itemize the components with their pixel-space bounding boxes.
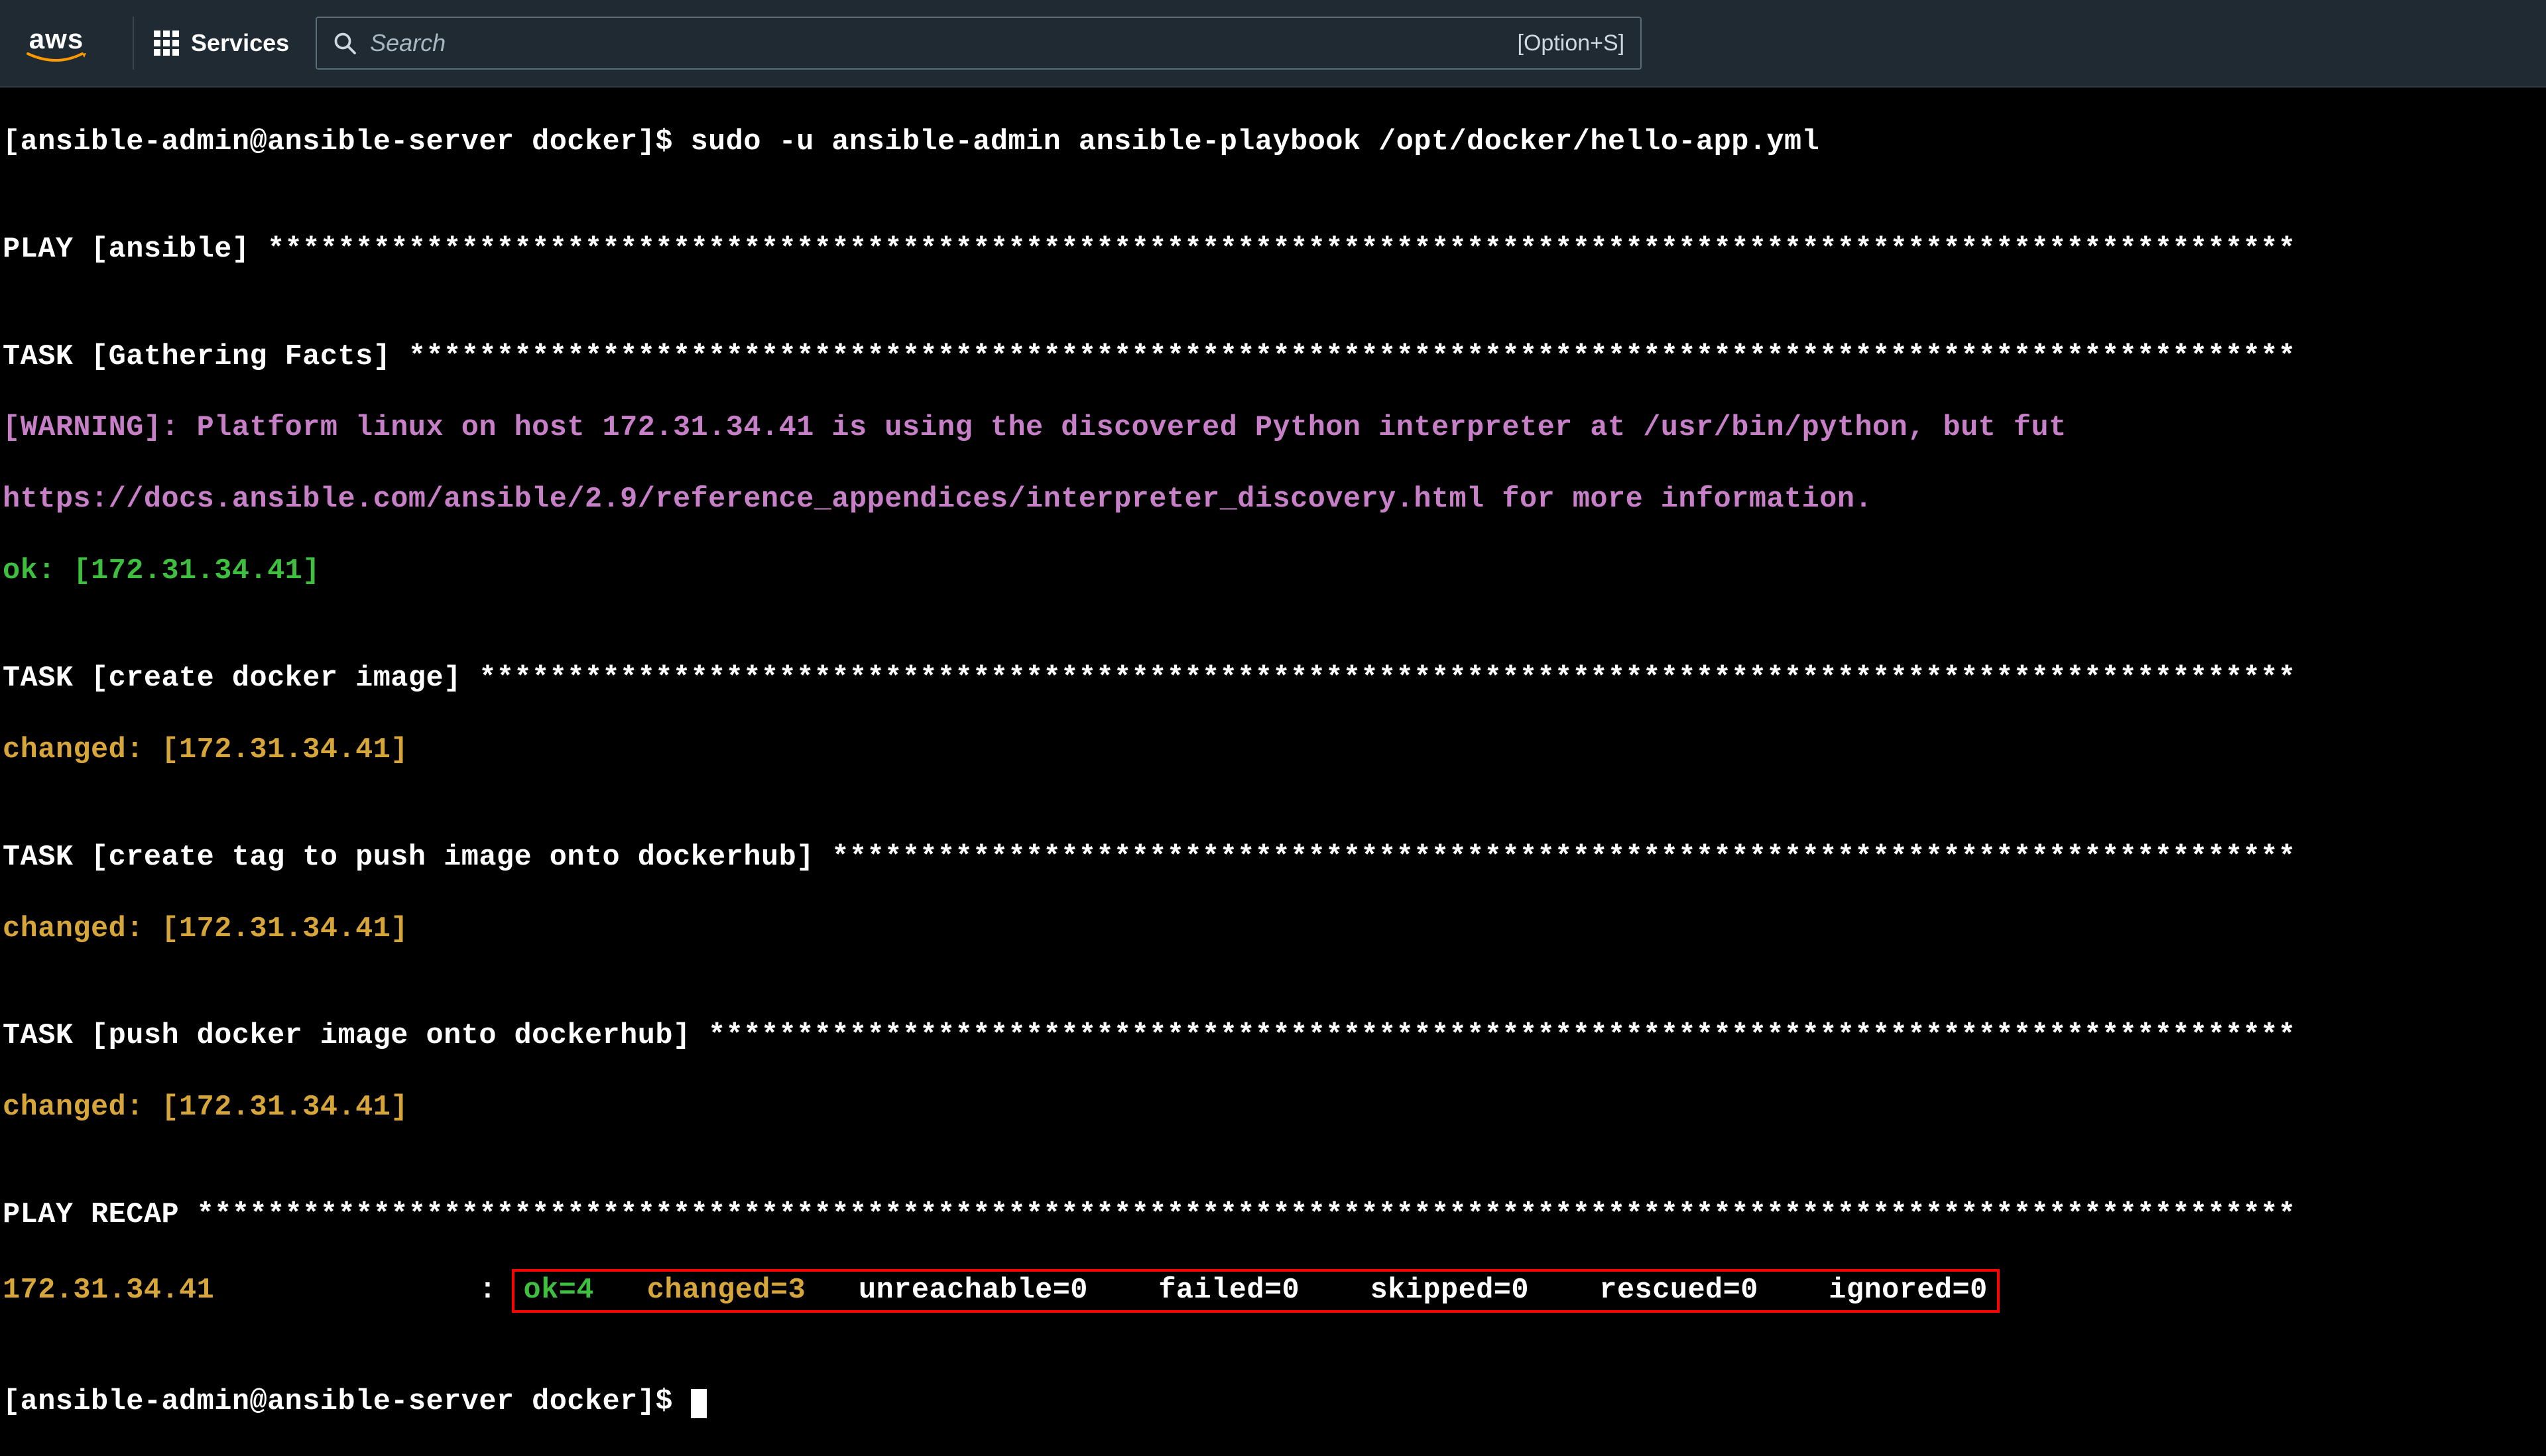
task-push-image: TASK [push docker image onto dockerhub] …	[3, 1018, 2543, 1054]
task-gathering-facts: TASK [Gathering Facts] *****************…	[3, 339, 2543, 375]
task-create-tag: TASK [create tag to push image onto dock…	[3, 840, 2543, 876]
search-box[interactable]: [Option+S]	[316, 17, 1642, 70]
recap-ok: ok=4	[524, 1274, 647, 1307]
search-icon	[333, 31, 357, 55]
recap-rest: unreachable=0 failed=0 skipped=0 rescued…	[859, 1274, 1988, 1307]
aws-smile-icon	[27, 52, 86, 63]
recap-highlight-box: ok=4 changed=3 unreachable=0 failed=0 sk…	[512, 1269, 2000, 1313]
recap-colon: :	[479, 1274, 514, 1307]
warning-line-2: https://docs.ansible.com/ansible/2.9/ref…	[3, 482, 2543, 518]
search-shortcut-hint: [Option+S]	[1518, 30, 1625, 56]
warning-line-1: [WARNING]: Platform linux on host 172.31…	[3, 410, 2543, 446]
aws-header: aws Services [Option+S]	[0, 0, 2546, 88]
services-button[interactable]: Services	[154, 29, 289, 57]
recap-changed: changed=3	[647, 1274, 859, 1307]
aws-logo-text: aws	[29, 23, 84, 55]
ok-host-line: ok: [172.31.34.41]	[3, 554, 2543, 589]
changed-host-line: changed: [172.31.34.41]	[3, 1090, 2543, 1126]
terminal-output[interactable]: [ansible-admin@ansible-server docker]$ s…	[0, 88, 2546, 1456]
services-grid-icon	[154, 30, 179, 56]
services-label: Services	[191, 29, 289, 57]
prompt-line-end: [ansible-admin@ansible-server docker]$	[3, 1384, 2543, 1420]
search-input[interactable]	[370, 29, 1504, 57]
header-divider	[133, 17, 134, 70]
play-header: PLAY [ansible] *************************…	[3, 232, 2543, 268]
command-text: sudo -u ansible-admin ansible-playbook /…	[691, 126, 1820, 158]
cursor-icon	[691, 1389, 707, 1418]
shell-prompt: [ansible-admin@ansible-server docker]$	[3, 1386, 691, 1418]
recap-line: 172.31.34.41 : ok=4 changed=3 unreachabl…	[3, 1269, 2543, 1313]
prompt-line: [ansible-admin@ansible-server docker]$ s…	[3, 125, 2543, 160]
aws-logo[interactable]: aws	[27, 23, 86, 63]
changed-host-line: changed: [172.31.34.41]	[3, 912, 2543, 947]
task-create-image: TASK [create docker image] *************…	[3, 661, 2543, 697]
shell-prompt: [ansible-admin@ansible-server docker]$	[3, 126, 691, 158]
changed-host-line: changed: [172.31.34.41]	[3, 733, 2543, 768]
play-recap-header: PLAY RECAP *****************************…	[3, 1197, 2543, 1233]
recap-host: 172.31.34.41	[3, 1274, 479, 1307]
